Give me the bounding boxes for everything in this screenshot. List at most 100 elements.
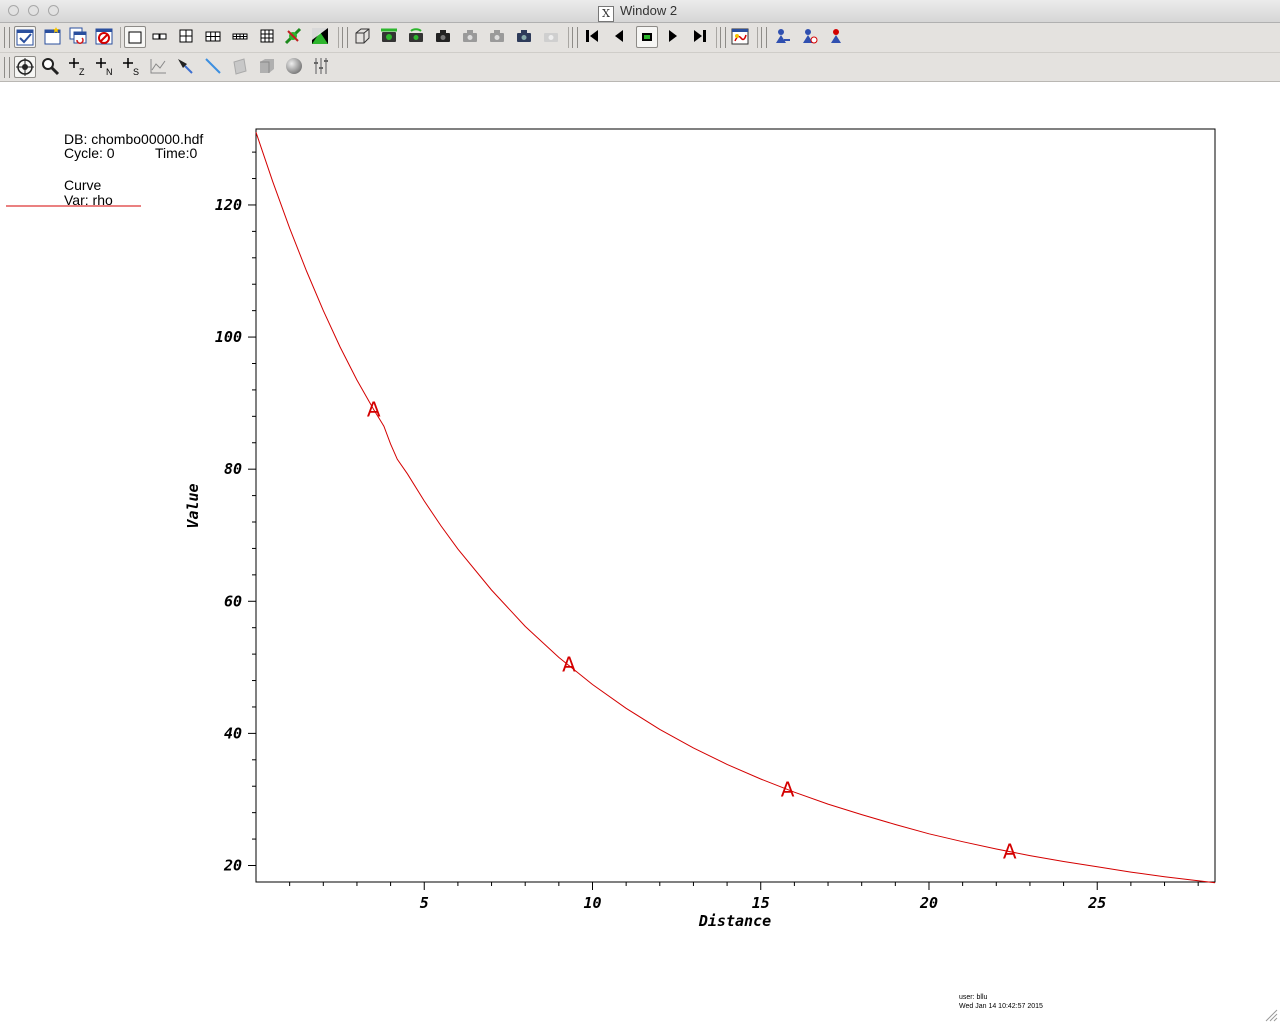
axis-restriction-icon <box>314 58 328 74</box>
y-tick-label: 80 <box>224 460 242 478</box>
y-axis-ticks <box>248 151 256 866</box>
curve-marker-label: A <box>1003 840 1017 864</box>
reverse-step-icon <box>586 30 598 42</box>
invert-background-button[interactable] <box>310 26 332 48</box>
toolbar-grip[interactable] <box>572 27 578 48</box>
curve-pick-button[interactable] <box>148 56 170 78</box>
camera-icon <box>517 30 531 42</box>
camera-disabled-icon <box>490 30 504 42</box>
resize-grip-icon[interactable] <box>1264 1008 1278 1022</box>
date-label: Wed Jan 14 10:42:57 2015 <box>959 1003 1043 1010</box>
x-axis-ticks <box>289 882 1199 890</box>
zone-pick-button[interactable]: Z <box>67 56 89 78</box>
zone-pick-icon: Z <box>69 58 85 76</box>
expression-button[interactable] <box>730 26 752 48</box>
camera-icon <box>436 30 450 42</box>
reverse-play-button[interactable] <box>609 26 631 48</box>
camera-undo-button[interactable] <box>406 26 428 48</box>
stop-button[interactable] <box>636 26 658 48</box>
reverse-play-icon <box>615 30 623 42</box>
box-tool-icon <box>260 59 274 73</box>
camera-reset-button[interactable] <box>379 26 401 48</box>
y-tick-label: 120 <box>215 196 242 214</box>
toolbar-grip[interactable] <box>342 27 348 48</box>
camera-reset-icon <box>381 28 397 42</box>
query-button[interactable] <box>826 26 848 48</box>
line-tool-button[interactable] <box>203 56 225 78</box>
spreadsheet-pick-button[interactable]: S <box>121 56 143 78</box>
pick-button[interactable] <box>772 26 794 48</box>
axis-restriction-button[interactable] <box>311 56 333 78</box>
camera-list-button[interactable] <box>514 26 536 48</box>
new-window-icon <box>44 27 61 45</box>
lock-view-button[interactable] <box>283 26 305 48</box>
pick-icon <box>776 29 790 43</box>
layout-1x2-icon <box>152 33 167 40</box>
node-pick-button[interactable]: N <box>94 56 116 78</box>
layout-2x4-button[interactable] <box>230 26 252 48</box>
curve-pick-icon <box>150 59 166 74</box>
layout-1x2-button[interactable] <box>150 26 172 48</box>
close-window-button[interactable] <box>8 5 19 16</box>
legend-title: Curve <box>64 177 102 193</box>
curve-marker-label: A <box>562 653 576 677</box>
point-tool-icon <box>178 59 193 74</box>
box-tool-button[interactable] <box>257 56 279 78</box>
camera-clear-button[interactable] <box>352 26 374 48</box>
navigate-button[interactable] <box>14 56 36 78</box>
layout-1x1-button[interactable] <box>124 26 146 48</box>
camera-delete-button[interactable] <box>541 26 563 48</box>
plot-frame <box>255 128 1216 883</box>
play-icon <box>669 30 677 42</box>
camera-redo-button[interactable] <box>433 26 455 48</box>
node-pick-icon: N <box>96 58 113 76</box>
layout-3x3-button[interactable] <box>257 26 279 48</box>
point-tool-button[interactable] <box>175 56 197 78</box>
lineout-button[interactable] <box>799 26 821 48</box>
zoom-button[interactable] <box>40 56 62 78</box>
x-tick-label: 20 <box>919 894 938 912</box>
delete-window-icon <box>95 28 113 45</box>
zoom-icon <box>42 58 60 76</box>
layout-2x2-button[interactable] <box>176 26 198 48</box>
legend-variable: Var: rho <box>64 192 113 208</box>
zoom-window-button[interactable] <box>48 5 59 16</box>
toolbar-grip[interactable] <box>4 57 10 78</box>
forward-step-button[interactable] <box>690 26 712 48</box>
toolbar-grip[interactable] <box>761 27 767 48</box>
curve-marker-label: A <box>781 778 795 802</box>
svg-text:N: N <box>106 67 113 76</box>
camera-save-button[interactable] <box>460 26 482 48</box>
box-outline-icon <box>355 28 370 44</box>
minimize-window-button[interactable] <box>28 5 39 16</box>
sphere-tool-icon <box>286 58 302 74</box>
line-tool-icon <box>205 58 221 74</box>
sphere-tool-button[interactable] <box>284 56 306 78</box>
x-tick-label: 15 <box>752 894 770 912</box>
toolbar-grip[interactable] <box>4 27 10 48</box>
plane-tool-icon <box>233 58 247 75</box>
active-window-button[interactable] <box>14 26 36 48</box>
x11-icon: X <box>598 6 614 22</box>
layout-2x4-icon <box>232 33 248 40</box>
user-label: user: bllu <box>959 994 988 1001</box>
reverse-step-button[interactable] <box>582 26 604 48</box>
plane-tool-button[interactable] <box>230 56 252 78</box>
clone-window-button[interactable] <box>68 26 90 48</box>
title-bar: X Window 2 <box>0 0 1280 23</box>
invert-background-icon <box>312 28 328 44</box>
x-axis-title: Distance <box>698 912 771 930</box>
curve-plot[interactable]: 5 10 15 20 25 20 40 60 80 100 120 A A A A Distance V… <box>0 82 1280 1024</box>
y-tick-label: 20 <box>223 856 242 874</box>
clone-window-icon <box>69 27 87 44</box>
x-tick-label: 25 <box>1087 894 1106 912</box>
new-window-button[interactable] <box>42 26 64 48</box>
delete-window-button[interactable] <box>94 26 116 48</box>
camera-choose-button[interactable] <box>487 26 509 48</box>
play-button[interactable] <box>663 26 685 48</box>
toolbar-grip[interactable] <box>720 27 726 48</box>
layout-2x3-button[interactable] <box>203 26 225 48</box>
stop-icon <box>642 33 652 41</box>
curve-marker-label: A <box>367 398 381 422</box>
camera-undo-icon <box>409 28 423 42</box>
